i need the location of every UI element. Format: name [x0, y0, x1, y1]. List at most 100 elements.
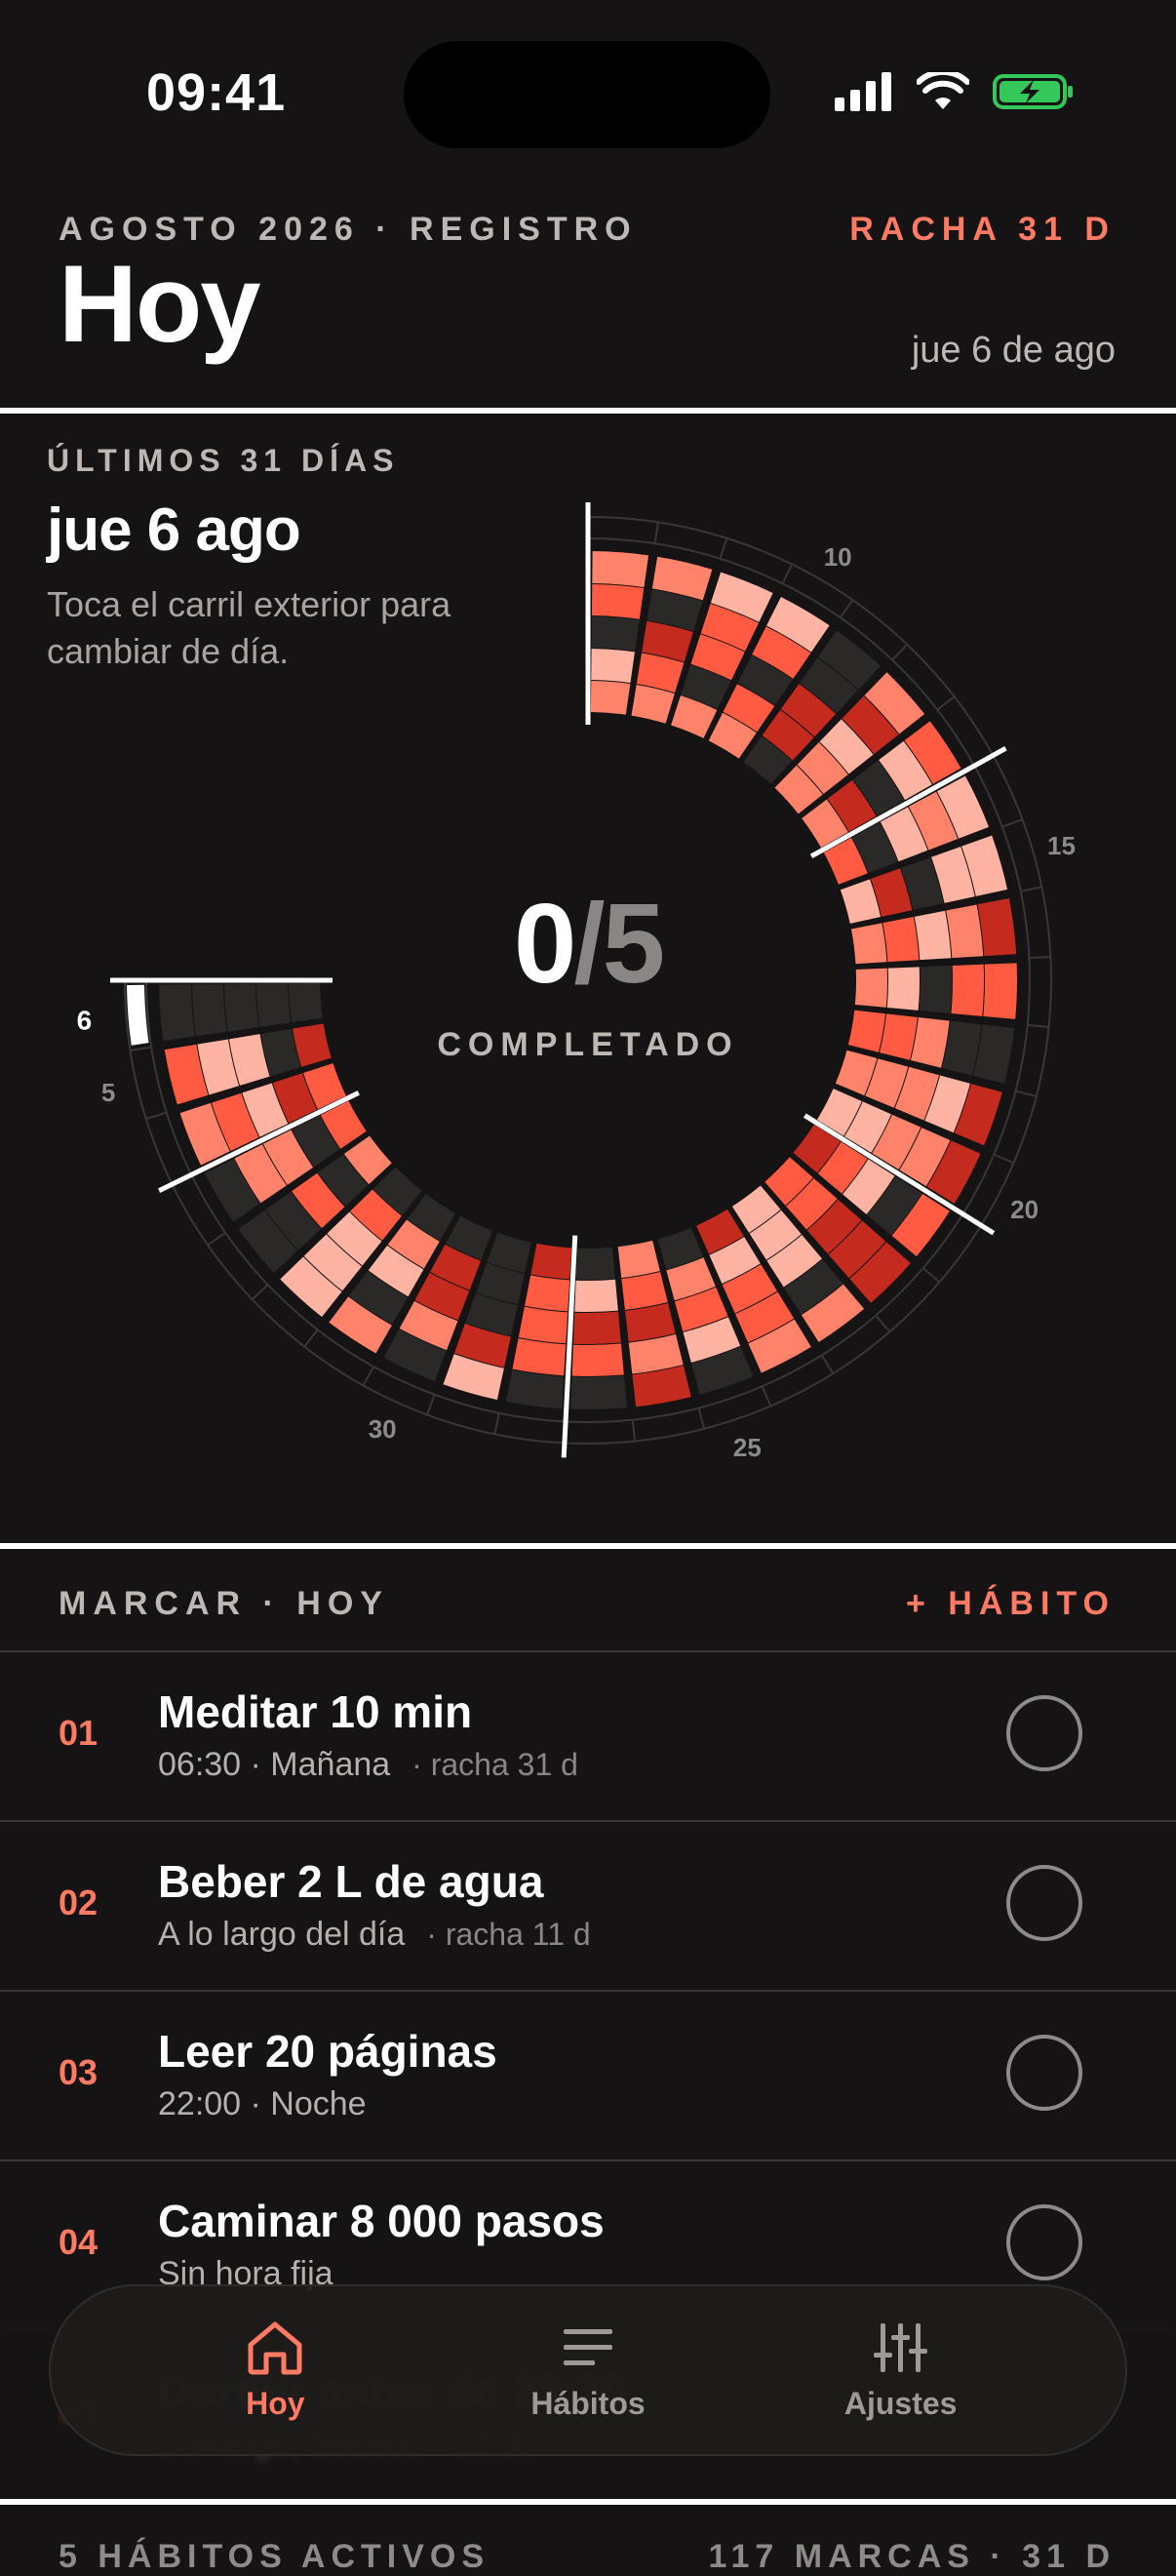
tab-label: Hoy — [246, 2385, 305, 2421]
ring-cell — [592, 551, 649, 588]
day-tick — [631, 1419, 637, 1442]
tab-ajustes[interactable]: Ajustes — [804, 2319, 999, 2422]
total-value: 5 — [602, 880, 665, 1007]
day-tick — [252, 1284, 269, 1300]
tab-label: Hábitos — [530, 2385, 646, 2421]
habit-ring[interactable]: 5 10 15 20 25 30 6 — [0, 0, 1176, 1541]
list-title: MARCAR · HOY — [59, 1585, 389, 1622]
habit-streak: · racha 31 d — [412, 1747, 578, 1782]
ring-selected-day-label: 6 — [77, 1006, 93, 1036]
habit-number: 01 — [59, 1713, 98, 1753]
day-tick — [697, 1407, 706, 1430]
habit-name: Meditar 10 min — [158, 1686, 473, 1737]
completion-count: 0/5 — [513, 880, 665, 1007]
ring-cell — [983, 963, 1017, 1019]
sliders-icon — [873, 2322, 927, 2372]
completion-label: COMPLETADO — [437, 1026, 739, 1063]
day-tick — [426, 1394, 436, 1415]
ring-cell — [574, 1279, 618, 1312]
habit-check-button[interactable] — [1006, 1865, 1082, 1941]
ring-cell — [910, 1017, 950, 1068]
ring-cell — [525, 1275, 570, 1312]
add-habit-button[interactable]: + HÁBITO — [906, 1585, 1116, 1623]
day-tick — [761, 1385, 772, 1407]
habit-name: Leer 20 páginas — [158, 2026, 497, 2077]
habit-number: 04 — [59, 2222, 98, 2262]
divider — [0, 1543, 1176, 1549]
day-tick — [839, 599, 854, 618]
ring-cell — [919, 966, 953, 1013]
ring-cell — [621, 1271, 668, 1310]
day-tick — [993, 1153, 1014, 1165]
ring-cell — [886, 967, 921, 1011]
ring-cell — [512, 1338, 567, 1376]
day-tick — [719, 537, 728, 560]
habit-row[interactable]: 02 Beber 2 L de agua A lo largo del día · r… — [0, 1820, 1176, 1991]
habit-name: Caminar 8 000 pasos — [158, 2196, 605, 2246]
day-tick — [1001, 818, 1023, 828]
list-icon — [563, 2328, 612, 2365]
ring-day-label: 25 — [733, 1433, 762, 1462]
ring-cell — [256, 983, 292, 1027]
day-tick — [1027, 1023, 1049, 1029]
day-tick — [820, 1354, 835, 1374]
home-icon — [248, 2321, 302, 2374]
habit-streak: · racha 11 d — [426, 1917, 591, 1952]
habit-number: 02 — [59, 1882, 98, 1922]
habit-check-button[interactable] — [1006, 2035, 1082, 2111]
ring-cell — [591, 616, 640, 652]
ring-cell — [224, 983, 259, 1032]
day-tick — [303, 1328, 319, 1348]
day-tick — [1029, 955, 1051, 960]
divider — [0, 2499, 1176, 2505]
ring-cell — [530, 1243, 572, 1280]
ring-cell — [946, 904, 984, 959]
day-tick — [936, 695, 956, 711]
ring-cell — [850, 923, 887, 965]
ring-cell — [591, 649, 635, 684]
ring-cell — [505, 1369, 565, 1409]
day-tick — [207, 1231, 226, 1247]
ring-cell — [573, 1311, 621, 1344]
ring-cell — [617, 1240, 660, 1279]
tab-bar: Hoy Hábitos Ajustes — [49, 2284, 1127, 2456]
ring-cell — [570, 1375, 627, 1410]
ring-day-label: 20 — [1010, 1195, 1039, 1224]
day-tick — [1020, 886, 1042, 892]
day-tick — [922, 1267, 941, 1284]
habit-meta: 22:00 · Noche — [158, 2085, 367, 2123]
habit-schedule: A lo largo del día — [158, 1916, 406, 1953]
day-tick — [1015, 1090, 1038, 1098]
day-tick — [493, 1412, 500, 1435]
habit-meta: A lo largo del día · racha 11 d — [158, 1916, 591, 1954]
ring-cell — [192, 983, 227, 1037]
habit-check-button[interactable] — [1006, 2204, 1082, 2280]
day-tick — [362, 1366, 375, 1386]
tab-habitos[interactable]: Hábitos — [490, 2319, 686, 2422]
day-tick — [130, 1046, 152, 1051]
habit-check-button[interactable] — [1006, 1695, 1082, 1771]
ring-cell — [879, 1013, 918, 1060]
ring-cell — [518, 1306, 568, 1344]
ring-cell — [847, 1010, 886, 1052]
habit-row[interactable]: 03 Leer 20 páginas 22:00 · Noche — [0, 1990, 1176, 2160]
tab-label: Ajustes — [843, 2385, 958, 2421]
habit-name: Beber 2 L de agua — [158, 1856, 544, 1907]
day-tick — [781, 564, 794, 584]
ring-day-label: 15 — [1047, 831, 1076, 860]
habit-meta: 06:30 · Mañana · racha 31 d — [158, 1746, 578, 1784]
ring-cell — [977, 897, 1017, 957]
ring-cell — [571, 1343, 624, 1377]
habit-row[interactable]: 01 Meditar 10 min 06:30 · Mañana · racha 31… — [0, 1650, 1176, 1821]
ring-day-label: 30 — [369, 1414, 397, 1444]
selected-day-marker[interactable] — [127, 984, 149, 1046]
ring-cell — [854, 968, 887, 1008]
ring-day-label: 5 — [101, 1078, 115, 1107]
tab-hoy[interactable]: Hoy — [177, 2319, 372, 2422]
ring-cell — [882, 917, 920, 963]
day-tick — [891, 644, 908, 661]
ring-cell — [590, 681, 631, 715]
habit-schedule: 22:00 · Noche — [158, 2085, 367, 2122]
day-tick — [145, 1111, 168, 1121]
day-tick — [875, 1315, 891, 1333]
